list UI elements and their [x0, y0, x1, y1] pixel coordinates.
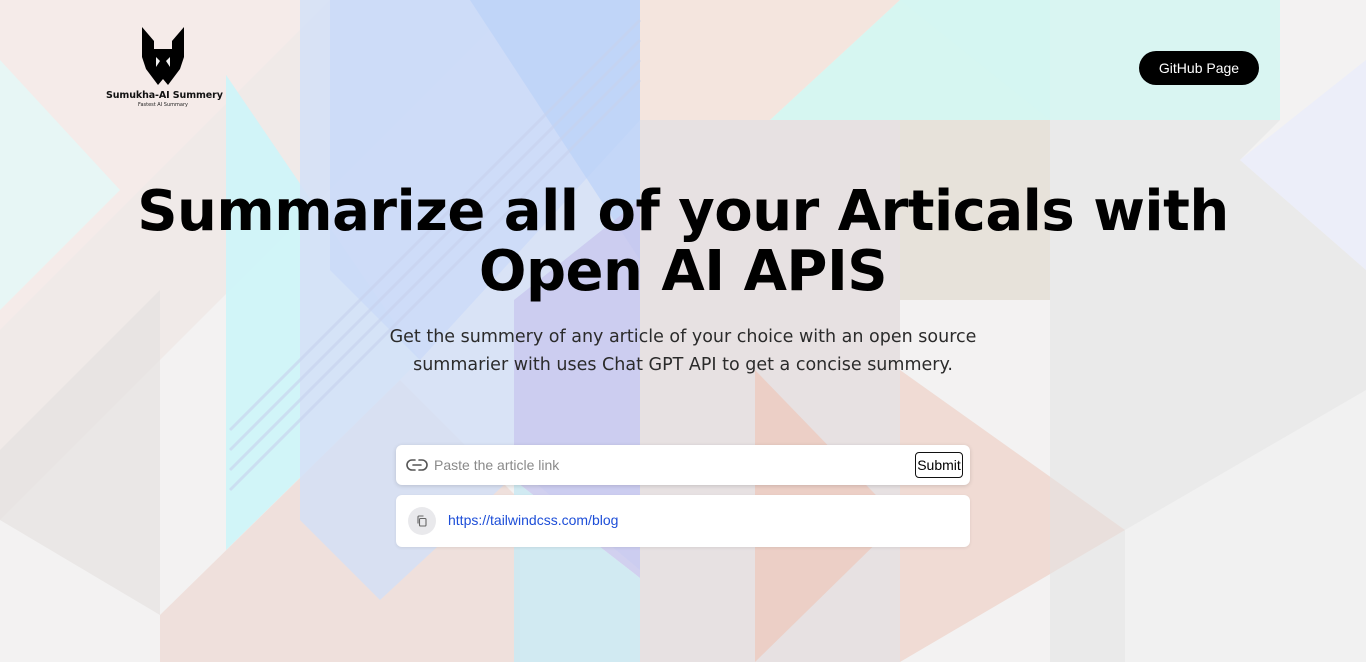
copy-button[interactable]	[408, 507, 436, 535]
history-item[interactable]: https://tailwindcss.com/blog	[396, 495, 970, 547]
helmet-logo-icon	[142, 27, 184, 85]
brand-logo[interactable]: Sumukha-AI Summery Fastest AI Summary	[106, 27, 223, 113]
submit-button[interactable]: Submit	[915, 452, 963, 478]
brand-tagline: Fastest AI Summary	[138, 102, 188, 108]
page-title: Summarize all of your Articals with Open…	[0, 182, 1366, 302]
article-link-form: Submit	[396, 445, 970, 485]
hero: Summarize all of your Articals with Open…	[0, 182, 1366, 379]
page-title-line-1: Summarize all of your Articals with	[137, 179, 1229, 244]
header: Sumukha-AI Summery Fastest AI Summary Gi…	[0, 0, 1366, 130]
page-subtitle: Get the summery of any article of your c…	[389, 327, 977, 375]
github-page-button[interactable]: GitHub Page	[1139, 51, 1259, 85]
brand-name: Sumukha-AI Summery	[106, 90, 223, 101]
page-title-line-2: Open AI APIS	[478, 239, 888, 304]
history-url: https://tailwindcss.com/blog	[448, 512, 619, 528]
copy-icon	[417, 515, 427, 527]
link-icon	[406, 459, 428, 471]
page: Sumukha-AI Summery Fastest AI Summary Gi…	[0, 0, 1366, 662]
article-link-input[interactable]	[434, 451, 904, 479]
